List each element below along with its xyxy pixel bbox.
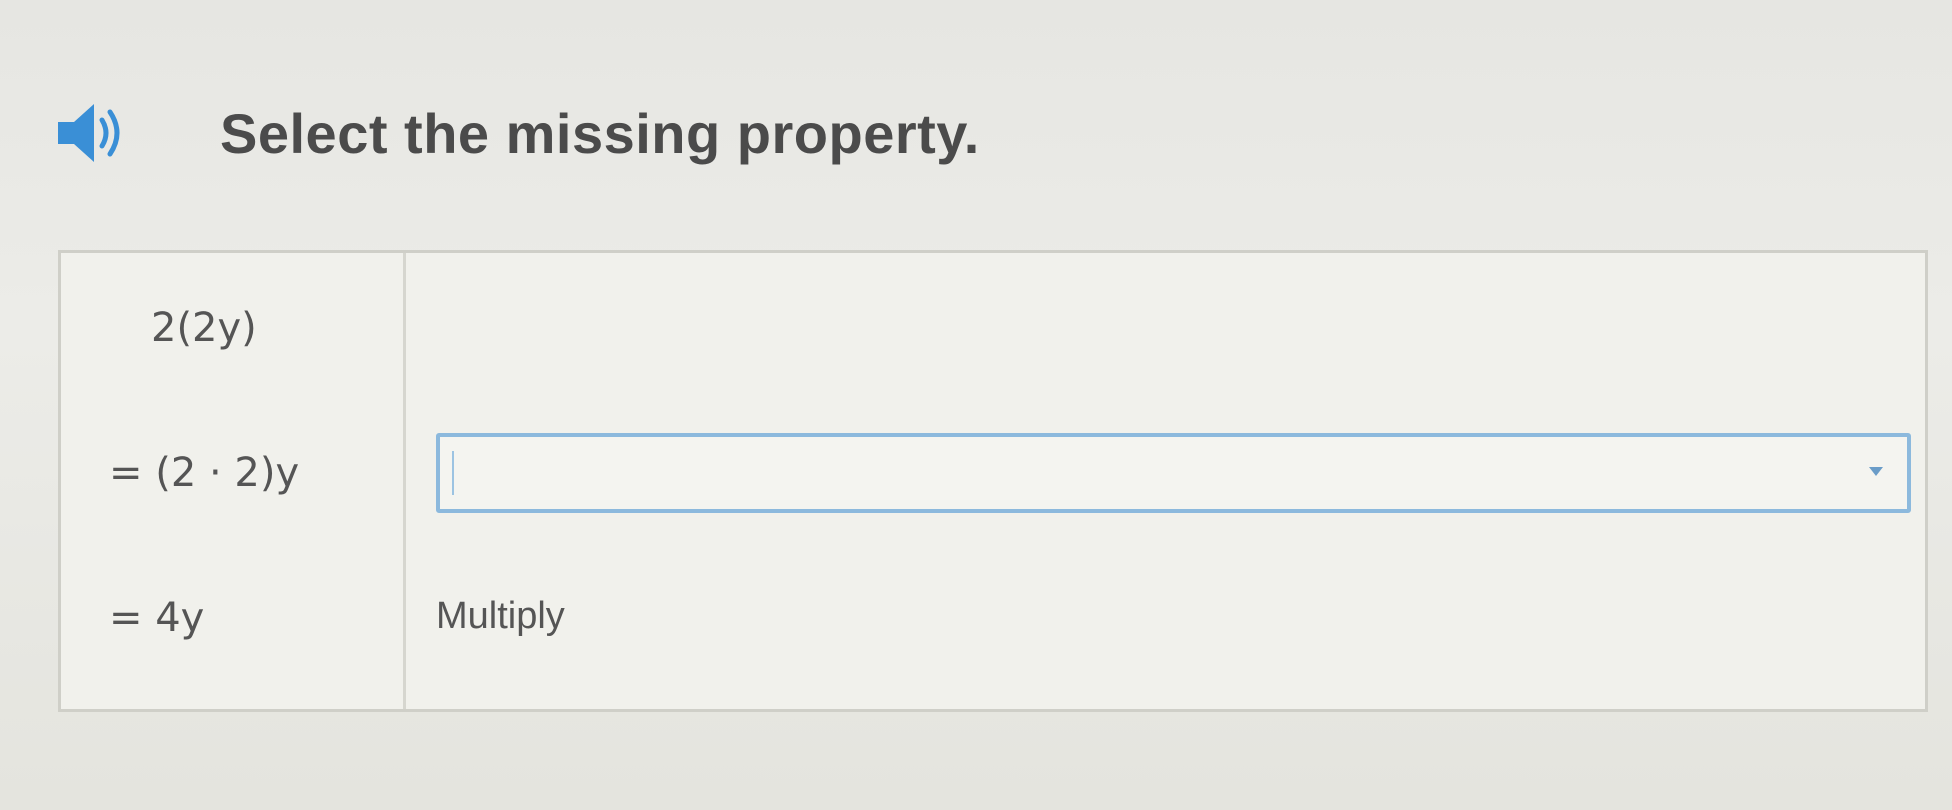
text-caret: [452, 451, 454, 495]
prompt-row: Select the missing property.: [40, 88, 980, 178]
proof-table: 2(2y) = (2 · 2)y = 4y Multiply: [58, 250, 1928, 712]
step-reason-cell: [406, 403, 1925, 543]
step-expression: = (2 · 2)y: [61, 403, 406, 543]
step-reason: [406, 253, 1925, 403]
speaker-icon[interactable]: [40, 88, 130, 178]
prompt-text: Select the missing property.: [220, 101, 980, 165]
step-reason: Multiply: [436, 595, 565, 637]
chevron-down-icon[interactable]: [1869, 467, 1883, 476]
property-dropdown[interactable]: [436, 433, 1911, 513]
step-expression: 2(2y): [61, 253, 406, 403]
step-expression: = 4y: [61, 543, 406, 709]
